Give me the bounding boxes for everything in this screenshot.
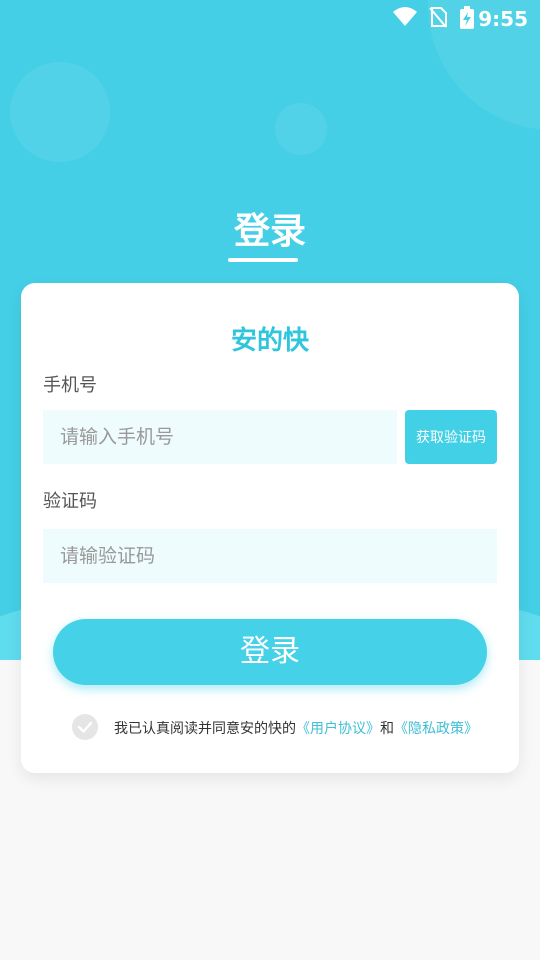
page-title: 登录: [233, 211, 306, 252]
decor-bubble: [10, 62, 110, 162]
privacy-policy-link[interactable]: 《隐私政策》: [394, 721, 478, 737]
no-sim-icon: [429, 7, 447, 28]
title-underline: [228, 258, 298, 262]
agreement-text: 我已认真阅读并同意安的快的《用户协议》和《隐私政策》: [114, 718, 478, 738]
status-bar: 9:55: [0, 0, 540, 36]
user-agreement-link[interactable]: 《用户协议》: [296, 721, 380, 737]
phone-input[interactable]: [43, 410, 397, 464]
check-icon: [77, 721, 93, 733]
decor-bubble: [275, 103, 327, 155]
login-button[interactable]: 登录: [53, 619, 487, 685]
agreement-prefix: 我已认真阅读并同意安的快的: [114, 721, 296, 737]
code-input[interactable]: [43, 529, 497, 583]
wifi-icon: [393, 7, 417, 26]
phone-label: 手机号: [43, 375, 97, 396]
status-time: 9:55: [478, 7, 528, 31]
agreement-connector: 和: [380, 721, 394, 737]
battery-charging-icon: [460, 6, 474, 29]
code-label: 验证码: [43, 491, 97, 512]
brand-name: 安的快: [230, 326, 309, 356]
agree-checkbox[interactable]: [72, 714, 98, 740]
agreement-row: 我已认真阅读并同意安的快的《用户协议》和《隐私政策》: [72, 712, 512, 742]
get-code-button[interactable]: 获取验证码: [405, 410, 497, 464]
